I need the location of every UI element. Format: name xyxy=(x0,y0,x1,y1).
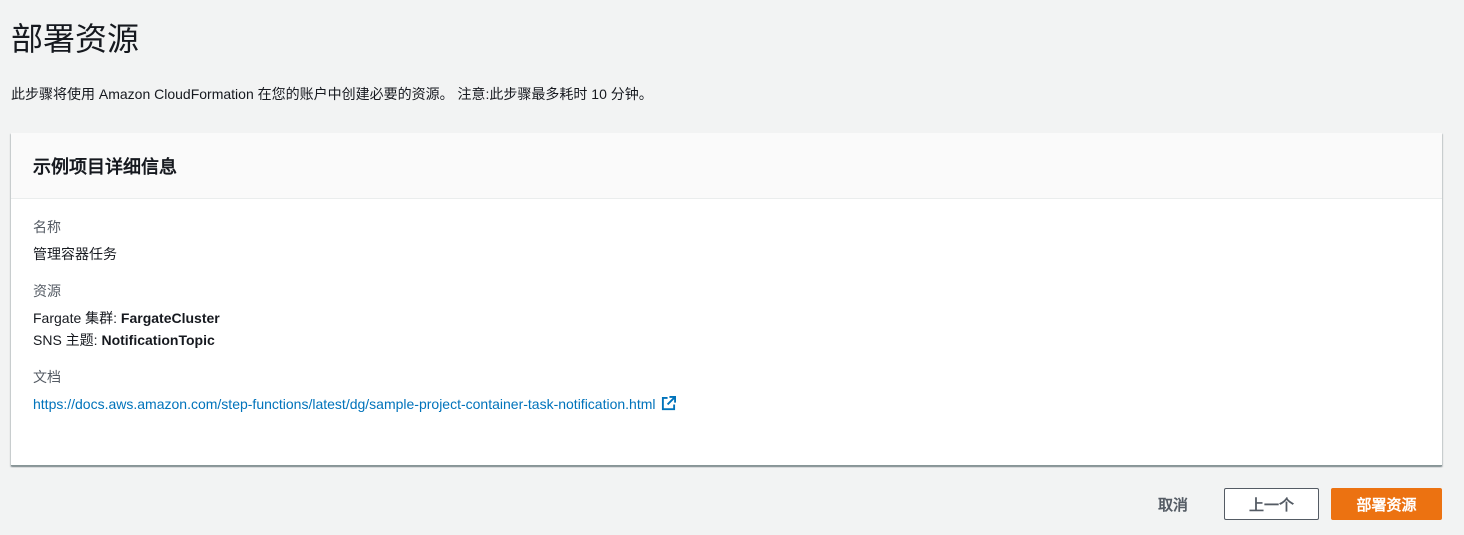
resource-name: FargateCluster xyxy=(120,310,220,326)
docs-group: 文档 https://docs.aws.amazon.com/step-func… xyxy=(33,367,1420,417)
resource-type: SNS 主题: xyxy=(33,332,102,348)
project-details-panel: 示例项目详细信息 名称 管理容器任务 资源 Fargate 集群: Fargat… xyxy=(11,133,1442,466)
name-group: 名称 管理容器任务 xyxy=(33,217,1420,265)
resource-item: Fargate 集群: FargateCluster xyxy=(33,307,1420,329)
external-link-icon[interactable] xyxy=(661,395,676,417)
panel-title: 示例项目详细信息 xyxy=(33,156,177,177)
resource-type: Fargate 集群: xyxy=(33,310,121,326)
resources-group: 资源 Fargate 集群: FargateCluster SNS 主题: No… xyxy=(33,281,1420,351)
panel-header: 示例项目详细信息 xyxy=(11,133,1442,199)
resource-name: NotificationTopic xyxy=(101,332,215,348)
cancel-button[interactable]: 取消 xyxy=(1145,488,1201,520)
resource-item: SNS 主题: NotificationTopic xyxy=(33,329,1420,351)
previous-button[interactable]: 上一个 xyxy=(1224,488,1319,520)
docs-link[interactable]: https://docs.aws.amazon.com/step-functio… xyxy=(33,396,656,412)
page-title: 部署资源 xyxy=(11,21,140,57)
docs-label: 文档 xyxy=(33,369,61,385)
deploy-resources-button[interactable]: 部署资源 xyxy=(1331,488,1442,520)
name-value: 管理容器任务 xyxy=(33,246,117,262)
resources-label: 资源 xyxy=(33,283,61,299)
page-description: 此步骤将使用 Amazon CloudFormation 在您的账户中创建必要的… xyxy=(11,86,653,102)
name-label: 名称 xyxy=(33,219,61,235)
